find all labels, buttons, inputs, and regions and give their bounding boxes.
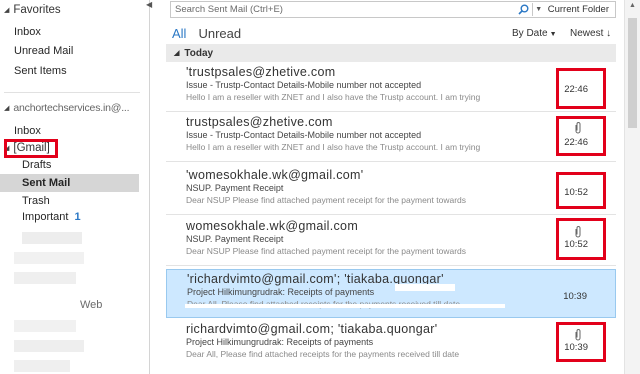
mail-sender: womesokhale.wk@gmail.com bbox=[186, 219, 359, 233]
folder-drafts[interactable]: Drafts bbox=[22, 156, 51, 174]
highlight-box bbox=[556, 218, 606, 260]
mail-sender: richardvimto@gmail.com; 'tiakaba.quongar… bbox=[186, 322, 438, 336]
expand-triangle-icon[interactable]: ◢ bbox=[4, 6, 9, 14]
unread-count-badge: 1 bbox=[74, 211, 81, 223]
account-inbox[interactable]: Inbox bbox=[14, 122, 41, 140]
arrow-down-icon: ↓ bbox=[606, 28, 612, 39]
chevron-down-icon[interactable]: ▼ bbox=[533, 6, 545, 13]
mail-sender: 'womesokhale.wk@gmail.com' bbox=[186, 168, 364, 182]
highlight-box bbox=[556, 116, 606, 156]
collapse-pane-icon[interactable]: ◀ bbox=[146, 0, 152, 9]
mail-preview: Dear All, Please find attached receipts … bbox=[186, 349, 460, 359]
filter-unread-tab[interactable]: Unread bbox=[198, 26, 241, 41]
search-scope-dropdown[interactable]: Current Folder bbox=[545, 4, 615, 15]
mail-item[interactable]: womesokhale.wk@gmail.com NSUP. Payment R… bbox=[166, 217, 616, 266]
filter-tabs: All Unread bbox=[172, 26, 241, 41]
mail-sender: trustpsales@zhetive.com bbox=[186, 115, 333, 129]
redacted-folder bbox=[14, 320, 76, 332]
favorites-header[interactable]: ◢ Favorites bbox=[4, 4, 61, 16]
scrollbar-thumb[interactable] bbox=[628, 18, 637, 128]
mail-subject: Issue - Trustp-Contact Details-Mobile nu… bbox=[186, 80, 422, 90]
search-box[interactable]: ▼ Current Folder bbox=[170, 1, 616, 18]
favorite-sent-items[interactable]: Sent Items bbox=[14, 62, 67, 80]
mail-item[interactable]: trustpsales@zhetive.com Issue - Trustp-C… bbox=[166, 113, 616, 162]
filter-all-tab[interactable]: All bbox=[172, 26, 186, 41]
search-icon[interactable] bbox=[516, 2, 532, 17]
favorites-label: Favorites bbox=[13, 4, 61, 16]
mail-time: 10:39 bbox=[563, 291, 587, 302]
mail-item[interactable]: 'womesokhale.wk@gmail.com' NSUP. Payment… bbox=[166, 166, 616, 215]
redaction bbox=[185, 304, 505, 308]
scroll-up-arrow-icon[interactable]: ▲ bbox=[629, 2, 636, 9]
folder-important[interactable]: Important 1 bbox=[22, 208, 81, 226]
redacted-folder bbox=[14, 272, 76, 284]
sort-order-label: Newest bbox=[570, 28, 604, 39]
nav-divider bbox=[4, 92, 140, 93]
mail-list-pane: ▼ Current Folder All Unread By Date▼ New… bbox=[166, 0, 624, 374]
folder-partial-label[interactable]: Web bbox=[80, 299, 102, 311]
account-name: anchortechservices.in@... bbox=[13, 102, 130, 114]
navigation-pane: ◀ ◢ Favorites Inbox Unread Mail Sent Ite… bbox=[0, 0, 152, 374]
redacted-folder bbox=[22, 232, 82, 244]
mail-subject: NSUP. Payment Receipt bbox=[186, 183, 284, 193]
highlight-box bbox=[556, 172, 606, 209]
search-input[interactable] bbox=[171, 4, 516, 15]
redacted-folder bbox=[14, 340, 84, 352]
mail-subject: Issue - Trustp-Contact Details-Mobile nu… bbox=[186, 130, 422, 140]
mail-preview: Hello I am a reseller with ZNET and I al… bbox=[186, 142, 481, 152]
mail-subject: Project Hilkimungrudrak: Receipts of pay… bbox=[186, 337, 374, 347]
mail-item-selected[interactable]: 'richardvimto@gmail.com'; 'tiakaba.quong… bbox=[166, 269, 616, 318]
folder-important-label: Important bbox=[22, 211, 69, 223]
favorite-unread-mail[interactable]: Unread Mail bbox=[14, 42, 73, 60]
mail-item[interactable]: richardvimto@gmail.com; 'tiakaba.quongar… bbox=[166, 320, 616, 374]
mail-preview: Hello I am a reseller with ZNET and I al… bbox=[186, 92, 481, 102]
mail-subject: Project Hilkimungrudrak: Receipts of pay… bbox=[187, 287, 375, 297]
favorite-inbox[interactable]: Inbox bbox=[14, 23, 41, 41]
chevron-down-icon: ▼ bbox=[549, 31, 557, 38]
mail-subject: NSUP. Payment Receipt bbox=[186, 234, 284, 244]
mail-preview: Dear NSUP Please find attached payment r… bbox=[186, 195, 467, 205]
redaction bbox=[395, 284, 455, 291]
mail-sender: 'trustpsales@zhetive.com bbox=[186, 65, 336, 79]
mail-preview: Dear NSUP Please find attached payment r… bbox=[186, 246, 467, 256]
redacted-folder bbox=[14, 360, 70, 372]
sort-by-label: By Date bbox=[512, 28, 548, 39]
sort-order-toggle[interactable]: Newest ↓ bbox=[570, 28, 611, 39]
group-header-today[interactable]: ◢ Today bbox=[166, 44, 616, 62]
expand-triangle-icon[interactable]: ◢ bbox=[4, 104, 9, 112]
group-label: Today bbox=[184, 47, 214, 59]
sort-by-dropdown[interactable]: By Date ▼ bbox=[512, 28, 557, 39]
highlight-box bbox=[556, 322, 606, 362]
collapse-triangle-icon[interactable]: ◢ bbox=[174, 49, 179, 57]
folder-sent-mail[interactable]: Sent Mail bbox=[0, 174, 139, 192]
mail-item[interactable]: 'trustpsales@zhetive.com Issue - Trustp-… bbox=[166, 63, 616, 112]
redacted-folder bbox=[14, 252, 84, 264]
account-header[interactable]: ◢ anchortechservices.in@... bbox=[4, 102, 130, 114]
vertical-scrollbar[interactable]: ▲ bbox=[624, 0, 640, 374]
highlight-box bbox=[556, 68, 606, 109]
